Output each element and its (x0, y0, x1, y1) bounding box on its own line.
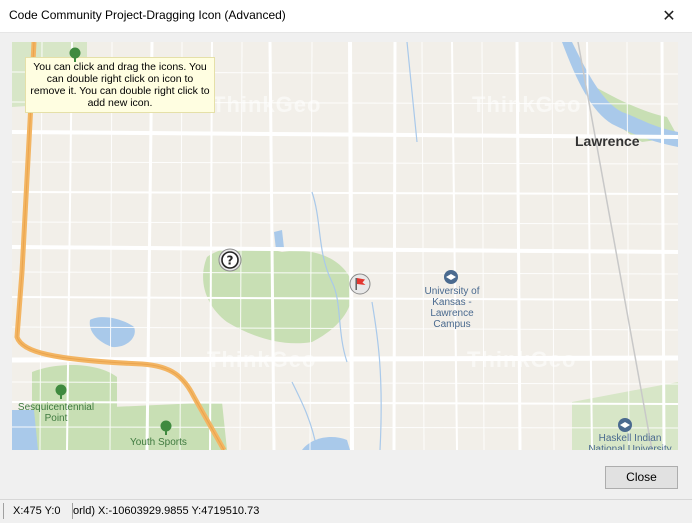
map-watermark: ThinkGeo (472, 92, 582, 117)
close-button[interactable]: Close (605, 466, 678, 489)
map-watermark: ThinkGeo (212, 92, 322, 117)
world-coordinates: orld) X:-10603929.9855 Y:4719510.73 (72, 503, 273, 519)
map-watermark: ThinkGeo (467, 347, 577, 372)
tree-icon (160, 420, 172, 435)
map-label-university: University of Kansas - Lawrence Campus (424, 286, 480, 330)
screen-coordinates: X:475 Y:0 (3, 503, 69, 519)
university-icon (618, 418, 632, 432)
window-close-button[interactable]: ✕ (646, 0, 692, 32)
lake (302, 437, 350, 450)
window-title: Code Community Project-Dragging Icon (Ad… (9, 8, 286, 22)
tree-icon (55, 384, 67, 399)
map-watermark: ThinkGeo (207, 347, 317, 372)
university-icon (444, 270, 458, 284)
instructions-tooltip: You can click and drag the icons. You ca… (25, 57, 215, 113)
svg-text:?: ? (227, 254, 234, 268)
status-bar: X:475 Y:0 orld) X:-10603929.9855 Y:47195… (0, 499, 692, 523)
map-view[interactable]: ThinkGeo ThinkGeo ThinkGeo ThinkGeo You … (12, 42, 678, 450)
red-flag-marker-icon[interactable] (349, 273, 371, 295)
tree-icon (69, 47, 81, 62)
question-marker-icon[interactable]: ? (218, 248, 242, 272)
map-label-lawrence: Lawrence (575, 133, 640, 149)
map-label-haskell: Haskell Indian National University (588, 433, 672, 450)
lake (89, 317, 135, 348)
map-label-park: Sesquicentennial Point (17, 402, 95, 424)
title-bar: Code Community Project-Dragging Icon (Ad… (0, 0, 692, 33)
map-label-park: Youth Sports (130, 437, 187, 448)
